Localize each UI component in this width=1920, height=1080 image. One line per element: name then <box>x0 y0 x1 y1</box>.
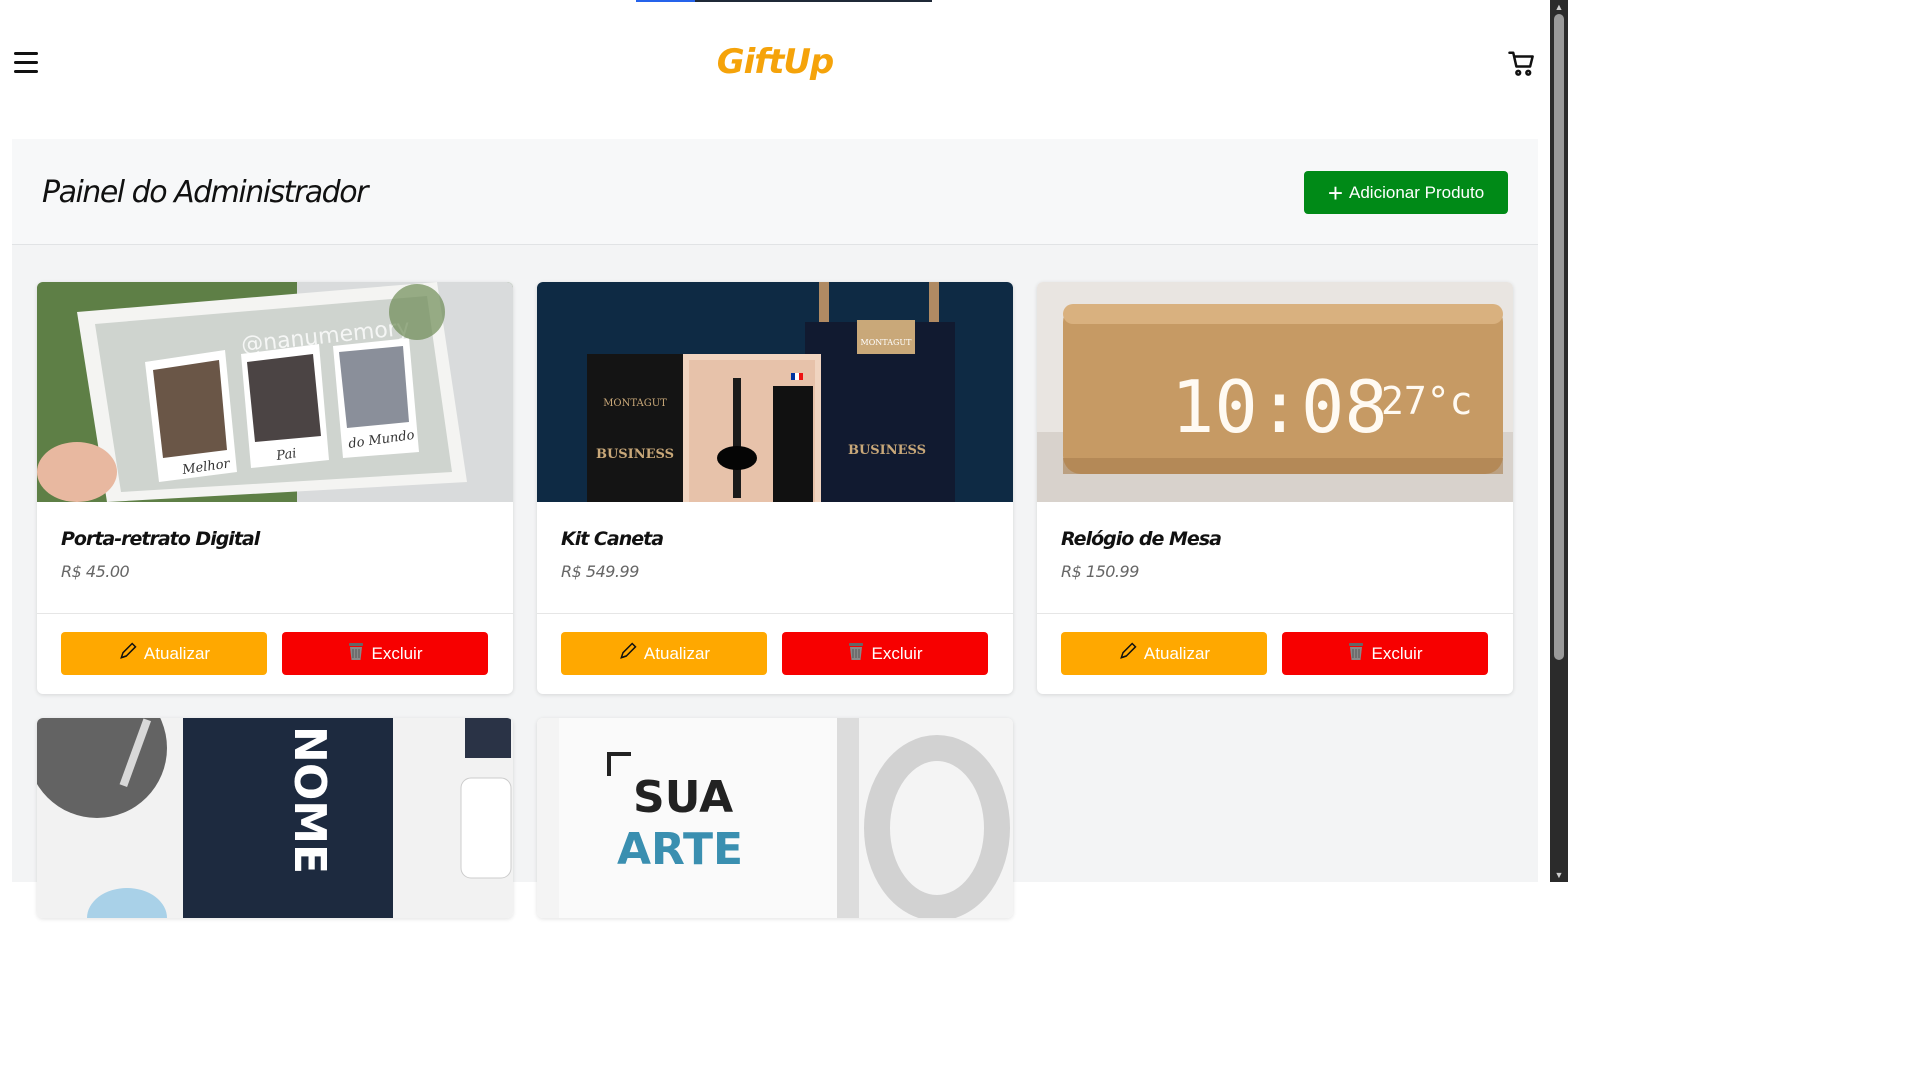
clock-time-text: 10:08 <box>1171 365 1388 449</box>
scroll-down-arrow-icon[interactable]: ▼ <box>1550 868 1568 882</box>
pencil-icon <box>1118 641 1138 666</box>
image-brand-text: MONTAGUT <box>861 338 913 347</box>
site-logo[interactable]: GiftUp <box>0 42 1550 82</box>
product-image: NOME <box>37 718 513 918</box>
update-label: Atualizar <box>643 643 711 663</box>
page-scrollbar[interactable]: ▲ ▼ <box>1550 0 1568 882</box>
product-image: SUA ARTE <box>537 718 1013 918</box>
admin-panel-header: Painel do Administrador + Adicionar Prod… <box>12 139 1538 245</box>
add-product-label: Adicionar Produto <box>1349 182 1485 202</box>
clock-temp-text: 27°c <box>1381 379 1473 423</box>
product-name: Kit Caneta <box>561 528 664 550</box>
product-card: @nanumemory Melhor Pai do Mundo Porta-re… <box>37 282 513 694</box>
update-product-button[interactable]: Atualizar <box>561 632 767 675</box>
product-image: 10:08 27°c <box>1037 282 1513 502</box>
product-card: MONTAGUT BUSINESS MONTAGUT BUSINESS Kit … <box>537 282 1013 694</box>
plus-icon: + <box>1327 177 1344 208</box>
image-brand-text: MONTAGUT <box>603 398 667 409</box>
delete-product-button[interactable]: Excluir <box>782 632 988 675</box>
delete-product-button[interactable]: Excluir <box>1282 632 1488 675</box>
image-brand-text: BUSINESS <box>848 443 926 458</box>
pencil-icon <box>118 641 138 666</box>
trash-icon <box>847 641 865 666</box>
product-price: R$ 45.00 <box>61 562 130 581</box>
shopping-cart-icon[interactable] <box>1507 49 1539 81</box>
admin-panel: Painel do Administrador + Adicionar Prod… <box>12 139 1538 918</box>
product-price: R$ 150.99 <box>1061 562 1139 581</box>
product-image: MONTAGUT BUSINESS MONTAGUT BUSINESS <box>537 282 1013 502</box>
product-name: Relógio de Mesa <box>1061 528 1222 550</box>
product-card: SUA ARTE <box>537 718 1013 918</box>
update-label: Atualizar <box>143 643 211 663</box>
delete-label: Excluir <box>1371 643 1423 663</box>
image-brand-text: BUSINESS <box>596 447 674 462</box>
product-name: Porta-retrato Digital <box>61 528 260 550</box>
product-card: NOME <box>37 718 513 918</box>
tumbler-text: NOME <box>284 726 335 874</box>
trash-icon <box>347 641 365 666</box>
site-header: GiftUp <box>0 0 1550 130</box>
product-card: 10:08 27°c Relógio de Mesa R$ 150.99 Atu… <box>1037 282 1513 694</box>
mug-text: SUA <box>633 772 733 823</box>
scrollbar-thumb[interactable] <box>1554 14 1564 660</box>
update-product-button[interactable]: Atualizar <box>1061 632 1267 675</box>
delete-label: Excluir <box>871 643 923 663</box>
update-label: Atualizar <box>1143 643 1211 663</box>
product-price: R$ 549.99 <box>561 562 639 581</box>
delete-product-button[interactable]: Excluir <box>282 632 488 675</box>
add-product-button[interactable]: + Adicionar Produto <box>1304 171 1508 214</box>
page-title: Painel do Administrador <box>42 175 368 210</box>
update-product-button[interactable]: Atualizar <box>61 632 267 675</box>
delete-label: Excluir <box>371 643 423 663</box>
pencil-icon <box>618 641 638 666</box>
trash-icon <box>1347 641 1365 666</box>
image-caption-text: Pai <box>274 446 297 464</box>
mug-text: ARTE <box>617 824 743 875</box>
product-image: @nanumemory Melhor Pai do Mundo <box>37 282 513 502</box>
scroll-up-arrow-icon[interactable]: ▲ <box>1550 0 1568 14</box>
